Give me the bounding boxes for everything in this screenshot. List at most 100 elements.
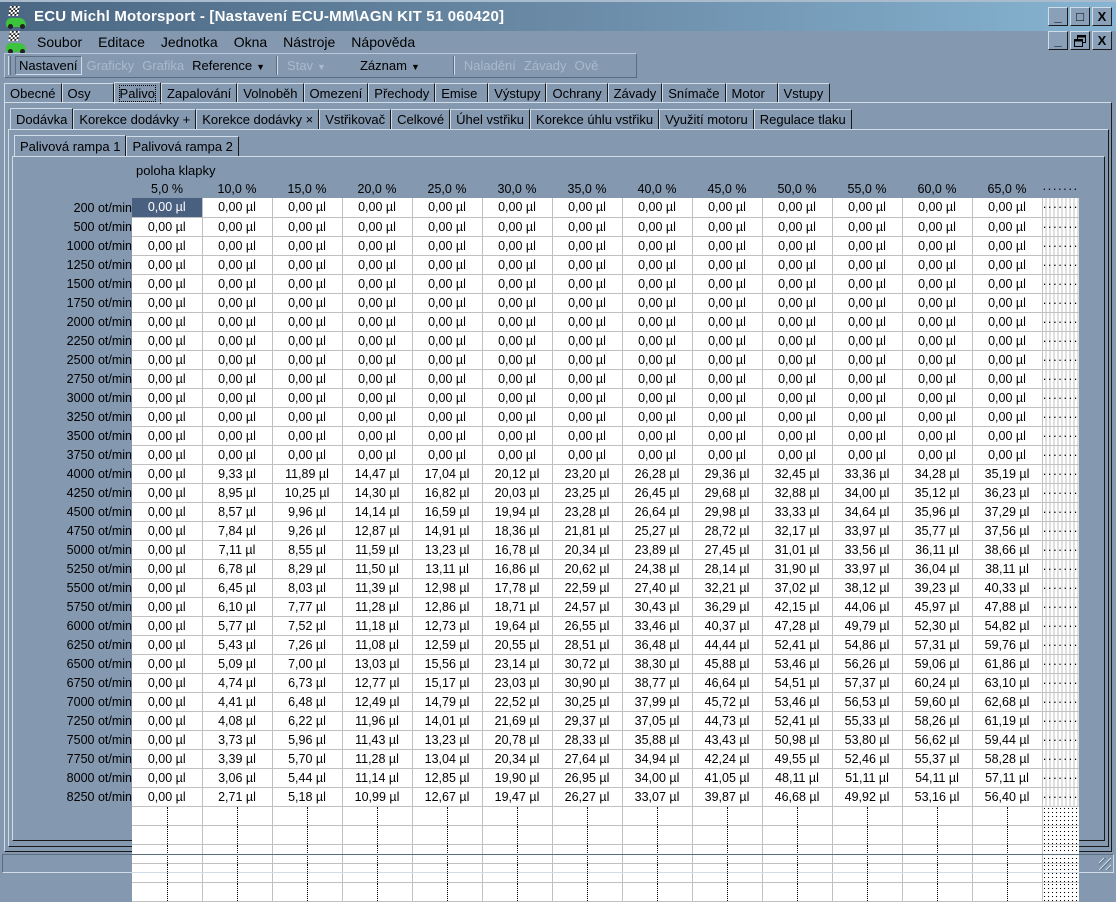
map-cell[interactable]: 32,17 µl — [762, 521, 833, 541]
map-cell[interactable]: 46,64 µl — [692, 673, 763, 693]
map-cell[interactable]: 7,11 µl — [202, 540, 273, 560]
map-cell[interactable]: 0,00 µl — [762, 350, 833, 370]
map-cell[interactable]: 27,64 µl — [552, 749, 623, 769]
map-cell[interactable]: 0,00 µl — [692, 198, 763, 218]
map-cell[interactable]: 0,00 µl — [762, 236, 833, 256]
map-cell[interactable]: 0,00 µl — [832, 312, 903, 332]
map-cell[interactable]: 0,00 µl — [902, 388, 973, 408]
map-cell[interactable]: 33,56 µl — [832, 540, 903, 560]
map-cell[interactable]: 37,02 µl — [762, 578, 833, 598]
map-cell[interactable]: 59,44 µl — [972, 730, 1043, 750]
map-cell[interactable]: 0,00 µl — [622, 274, 693, 294]
map-cell[interactable]: 0,00 µl — [202, 369, 273, 389]
map-cell[interactable]: 0,00 µl — [972, 198, 1043, 218]
map-cell[interactable]: 0,00 µl — [902, 255, 973, 275]
tab-zapalovani[interactable]: Zapalování — [160, 83, 238, 103]
map-cell[interactable]: 36,04 µl — [902, 559, 973, 579]
tab-vyuziti-motoru[interactable]: Využití motoru — [659, 109, 754, 129]
map-cell[interactable]: 0,00 µl — [132, 578, 203, 598]
map-cell[interactable]: 0,00 µl — [622, 293, 693, 313]
map-cell[interactable]: 0,00 µl — [342, 426, 413, 446]
map-cell[interactable]: 56,53 µl — [832, 692, 903, 712]
map-cell[interactable]: 35,19 µl — [972, 464, 1043, 484]
map-cell[interactable]: 4,74 µl — [202, 673, 273, 693]
map-cell[interactable]: 0,00 µl — [832, 293, 903, 313]
map-cell[interactable]: 0,00 µl — [412, 274, 483, 294]
map-cell[interactable]: 33,97 µl — [832, 559, 903, 579]
map-cell[interactable]: 17,78 µl — [482, 578, 553, 598]
map-cell[interactable]: 0,00 µl — [622, 217, 693, 237]
map-cell[interactable]: 24,57 µl — [552, 597, 623, 617]
menu-okna[interactable]: Okna — [231, 34, 270, 50]
map-cell[interactable]: 0,00 µl — [132, 692, 203, 712]
tab-korekce-uhlu-vstriku[interactable]: Korekce úhlu vstřiku — [530, 109, 660, 129]
map-cell[interactable]: 0,00 µl — [482, 331, 553, 351]
map-cell[interactable]: 21,81 µl — [552, 521, 623, 541]
tab-vstupy[interactable]: Vstupy — [777, 83, 830, 103]
map-cell[interactable]: 18,36 µl — [482, 521, 553, 541]
map-cell[interactable]: 0,00 µl — [132, 616, 203, 636]
tab-emise[interactable]: Emise — [435, 83, 489, 103]
tab-vystupy[interactable]: Výstupy — [488, 83, 547, 103]
map-cell[interactable]: 58,26 µl — [902, 711, 973, 731]
map-cell[interactable]: 26,95 µl — [552, 768, 623, 788]
map-cell[interactable]: 30,72 µl — [552, 654, 623, 674]
map-cell[interactable]: 14,14 µl — [342, 502, 413, 522]
map-cell[interactable]: 12,86 µl — [412, 597, 483, 617]
map-cell[interactable]: 0,00 µl — [272, 388, 343, 408]
map-cell[interactable]: 8,29 µl — [272, 559, 343, 579]
map-cell[interactable]: 0,00 µl — [832, 198, 903, 218]
map-cell[interactable]: 3,39 µl — [202, 749, 273, 769]
map-cell[interactable]: 45,97 µl — [902, 597, 973, 617]
map-cell[interactable]: 0,00 µl — [202, 293, 273, 313]
map-cell[interactable]: 28,33 µl — [552, 730, 623, 750]
map-cell[interactable]: 0,00 µl — [132, 654, 203, 674]
map-cell[interactable]: 0,00 µl — [132, 350, 203, 370]
map-cell[interactable]: 23,89 µl — [622, 540, 693, 560]
map-cell[interactable]: 0,00 µl — [552, 255, 623, 275]
map-cell[interactable]: 27,40 µl — [622, 578, 693, 598]
map-cell[interactable]: 12,98 µl — [412, 578, 483, 598]
map-cell[interactable]: 0,00 µl — [272, 331, 343, 351]
map-cell[interactable]: 14,91 µl — [412, 521, 483, 541]
map-cell[interactable]: 0,00 µl — [552, 369, 623, 389]
map-cell[interactable]: 42,15 µl — [762, 597, 833, 617]
map-cell[interactable]: 0,00 µl — [202, 350, 273, 370]
map-cell[interactable]: 0,00 µl — [622, 350, 693, 370]
map-cell[interactable]: 0,00 µl — [692, 426, 763, 446]
map-cell[interactable]: 0,00 µl — [692, 274, 763, 294]
map-cell[interactable]: 33,97 µl — [832, 521, 903, 541]
map-cell[interactable]: 56,62 µl — [902, 730, 973, 750]
map-cell[interactable]: 44,73 µl — [692, 711, 763, 731]
map-cell[interactable]: 0,00 µl — [552, 293, 623, 313]
map-cell[interactable]: 40,37 µl — [692, 616, 763, 636]
map-cell[interactable]: 12,85 µl — [412, 768, 483, 788]
map-cell[interactable]: 0,00 µl — [342, 331, 413, 351]
tab-osy[interactable]: Osy — [61, 83, 114, 103]
map-cell[interactable]: 0,00 µl — [622, 407, 693, 427]
map-cell[interactable]: 37,56 µl — [972, 521, 1043, 541]
map-cell[interactable]: 38,77 µl — [622, 673, 693, 693]
map-cell[interactable]: 20,55 µl — [482, 635, 553, 655]
map-cell[interactable]: 0,00 µl — [272, 369, 343, 389]
map-cell[interactable]: 0,00 µl — [902, 369, 973, 389]
map-cell[interactable]: 63,10 µl — [972, 673, 1043, 693]
map-cell[interactable]: 44,44 µl — [692, 635, 763, 655]
map-cell[interactable]: 0,00 µl — [132, 236, 203, 256]
map-cell[interactable]: 60,24 µl — [902, 673, 973, 693]
map-cell[interactable]: 48,11 µl — [762, 768, 833, 788]
map-cell[interactable]: 0,00 µl — [132, 711, 203, 731]
map-cell[interactable]: 26,64 µl — [622, 502, 693, 522]
map-cell[interactable]: 0,00 µl — [342, 274, 413, 294]
map-cell[interactable]: 26,55 µl — [552, 616, 623, 636]
map-cell[interactable]: 0,00 µl — [342, 293, 413, 313]
map-cell[interactable]: 0,00 µl — [482, 217, 553, 237]
map-cell[interactable]: 13,23 µl — [412, 540, 483, 560]
map-cell[interactable]: 28,14 µl — [692, 559, 763, 579]
map-cell[interactable]: 0,00 µl — [552, 426, 623, 446]
map-cell[interactable]: 0,00 µl — [482, 407, 553, 427]
map-cell[interactable]: 0,00 µl — [132, 787, 203, 807]
map-cell[interactable]: 41,05 µl — [692, 768, 763, 788]
map-cell[interactable]: 59,06 µl — [902, 654, 973, 674]
map-cell[interactable]: 0,00 µl — [412, 407, 483, 427]
